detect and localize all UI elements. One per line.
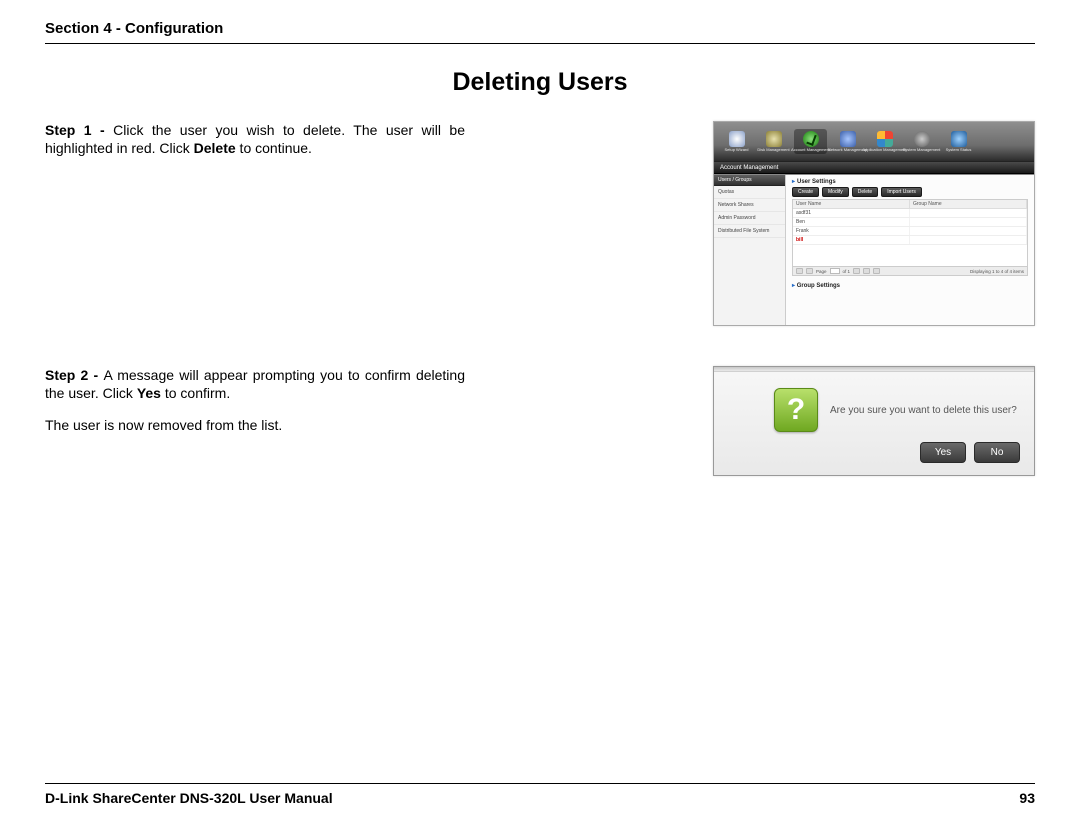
pager-first-icon[interactable] bbox=[796, 268, 803, 274]
group-settings-header: ▸ Group Settings bbox=[792, 282, 1028, 289]
pager-last-icon[interactable] bbox=[863, 268, 870, 274]
sidebar-item-quotas[interactable]: Quotas bbox=[714, 186, 785, 199]
users-grid: User Name Group Name asdf31 Ben Frank bbox=[792, 199, 1028, 267]
panel-title: Account Management bbox=[714, 162, 1034, 174]
toolbar-account-management[interactable]: Account Management bbox=[794, 129, 827, 154]
sidebar-item-network-shares[interactable]: Network Shares bbox=[714, 199, 785, 212]
apps-icon bbox=[877, 131, 893, 147]
wizard-icon bbox=[729, 131, 745, 147]
sidebar-item-dfs[interactable]: Distributed File System bbox=[714, 225, 785, 238]
sidebar: Users / Groups Quotas Network Shares Adm… bbox=[714, 175, 786, 325]
col-group-name[interactable]: Group Name bbox=[910, 200, 1027, 208]
section-header: Section 4 - Configuration bbox=[45, 20, 1035, 44]
page-title: Deleting Users bbox=[45, 68, 1035, 97]
pager-page-label: Page bbox=[816, 269, 827, 274]
pager-prev-icon[interactable] bbox=[806, 268, 813, 274]
pager-refresh-icon[interactable] bbox=[873, 268, 880, 274]
step2-label: Step 2 - bbox=[45, 367, 103, 383]
status-icon bbox=[951, 131, 967, 147]
sidebar-item-admin-password[interactable]: Admin Password bbox=[714, 212, 785, 225]
disk-icon bbox=[766, 131, 782, 147]
table-row[interactable]: Frank bbox=[793, 227, 1027, 236]
screenshot-confirm-dialog: ? Are you sure you want to delete this u… bbox=[713, 366, 1035, 476]
toolbar-disk-management[interactable]: Disk Management bbox=[757, 131, 790, 152]
app-toolbar: Setup Wizard Disk Management Account Man… bbox=[714, 122, 1034, 162]
account-icon bbox=[803, 131, 819, 147]
pager-page-input[interactable] bbox=[830, 268, 840, 274]
toolbar-application-management[interactable]: Application Management bbox=[868, 131, 901, 152]
question-icon: ? bbox=[774, 388, 818, 432]
dialog-text: Are you sure you want to delete this use… bbox=[830, 405, 1017, 416]
create-button[interactable]: Create bbox=[792, 187, 819, 197]
sidebar-tab-users-groups[interactable]: Users / Groups bbox=[714, 175, 785, 186]
import-users-button[interactable]: Import Users bbox=[881, 187, 922, 197]
pager-info: Displaying 1 to 4 of 4 items bbox=[970, 269, 1024, 274]
screenshot-account-management: Setup Wizard Disk Management Account Man… bbox=[713, 121, 1035, 326]
toolbar-system-status[interactable]: System Status bbox=[942, 131, 975, 152]
table-row[interactable]: asdf31 bbox=[793, 209, 1027, 218]
table-row-selected[interactable]: bill bbox=[793, 236, 1027, 245]
footer-page-number: 93 bbox=[1019, 790, 1035, 806]
step2-text: Step 2 - A message will appear prompting… bbox=[45, 366, 465, 402]
user-settings-header: ▸User Settings bbox=[792, 178, 1028, 185]
step1-label: Step 1 - bbox=[45, 122, 113, 138]
network-icon bbox=[840, 131, 856, 147]
pager-next-icon[interactable] bbox=[853, 268, 860, 274]
pager: Page of 1 Displaying 1 to 4 of 4 items bbox=[792, 267, 1028, 276]
gear-icon bbox=[914, 131, 930, 147]
step2-after: The user is now removed from the list. bbox=[45, 416, 465, 434]
col-user-name[interactable]: User Name bbox=[793, 200, 910, 208]
toolbar-network-management[interactable]: Network Management bbox=[831, 131, 864, 152]
toolbar-system-management[interactable]: System Management bbox=[905, 131, 938, 152]
no-button[interactable]: No bbox=[974, 442, 1020, 463]
table-row[interactable]: Ben bbox=[793, 218, 1027, 227]
footer-manual-title: D-Link ShareCenter DNS-320L User Manual bbox=[45, 790, 333, 806]
toolbar-setup-wizard[interactable]: Setup Wizard bbox=[720, 131, 753, 152]
modify-button[interactable]: Modify bbox=[822, 187, 849, 197]
yes-button[interactable]: Yes bbox=[920, 442, 966, 463]
delete-button[interactable]: Delete bbox=[852, 187, 878, 197]
step1-text: Step 1 - Click the user you wish to dele… bbox=[45, 121, 465, 157]
pager-of: of 1 bbox=[843, 269, 851, 274]
